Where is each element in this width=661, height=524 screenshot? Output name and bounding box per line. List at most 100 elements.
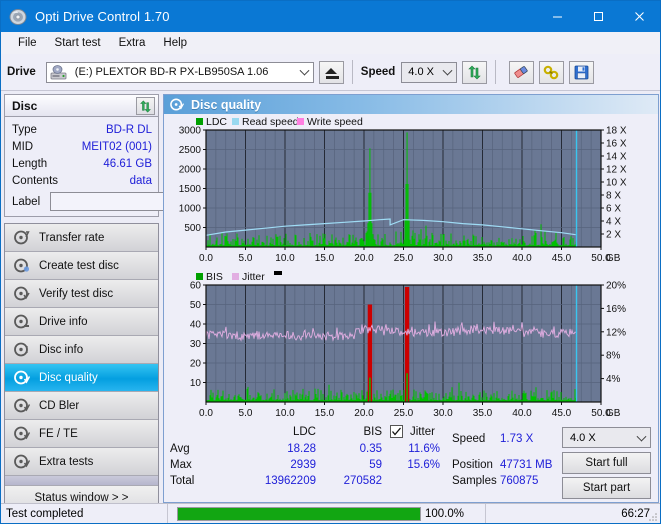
eject-button[interactable] [318, 60, 344, 84]
legend-swatch-ldc [196, 118, 203, 125]
disc-panel-header: Disc [4, 94, 159, 117]
erase-button[interactable] [509, 60, 535, 84]
close-button[interactable] [619, 1, 660, 32]
window-title: Opti Drive Control 1.70 [35, 9, 170, 24]
disc-drive-icon [14, 314, 30, 329]
disc-quality-icon [170, 98, 184, 111]
svg-text:18 X: 18 X [606, 126, 627, 137]
maximize-button[interactable] [578, 1, 619, 32]
disc-row-type: Type BD-R DL [12, 121, 152, 138]
svg-text:35.0: 35.0 [473, 253, 493, 264]
svg-text:8%: 8% [606, 351, 621, 362]
stats-position-value: 47731 MB [500, 459, 553, 471]
svg-text:16 X: 16 X [606, 139, 627, 150]
sidebar-item-verify-test-disc[interactable]: Verify test disc [5, 280, 158, 308]
svg-text:20: 20 [190, 359, 202, 370]
start-full-button[interactable]: Start full [562, 452, 651, 474]
disc-bler-icon [14, 398, 30, 413]
disc-extra-icon [14, 454, 30, 469]
disc-key: MID [12, 140, 34, 153]
sidebar-item-label: Verify test disc [39, 287, 114, 300]
save-button[interactable] [569, 60, 595, 84]
svg-text:45.0: 45.0 [552, 408, 572, 419]
disc-quality-header: Disc quality [164, 95, 658, 114]
drive-select[interactable]: (E:) PLEXTOR BD-R PX-LB950SA 1.06 [45, 61, 314, 83]
svg-text:0.0: 0.0 [199, 408, 213, 419]
refresh-icon [140, 99, 151, 113]
sidebar-item-create-test-disc[interactable]: Create test disc [5, 252, 158, 280]
disc-quality-panel: Disc quality LDC Read speed Write speed … [163, 94, 659, 503]
legend-label-write-speed: Write speed [307, 116, 363, 128]
stats-samples-key: Samples [452, 475, 497, 487]
resize-grip[interactable] [648, 511, 658, 521]
svg-text:15.0: 15.0 [315, 253, 335, 264]
svg-text:30.0: 30.0 [433, 253, 453, 264]
sidebar-item-drive-info[interactable]: Drive info [5, 308, 158, 336]
legend-label-ldc: LDC [206, 116, 227, 128]
panel-title: Disc quality [191, 97, 262, 112]
disc-verify-icon [14, 286, 30, 301]
eraser-icon [514, 65, 528, 78]
sidebar-item-transfer-rate[interactable]: Transfer rate [5, 224, 158, 252]
svg-text:25.0: 25.0 [394, 253, 414, 264]
sidebar-item-disc-quality[interactable]: Disc quality [5, 364, 158, 392]
check-icon [392, 427, 401, 436]
stats-col-ldc: LDC [292, 426, 316, 438]
menu-help[interactable]: Help [154, 35, 196, 51]
menu-start-test[interactable]: Start test [46, 35, 110, 51]
svg-text:25.0: 25.0 [394, 408, 414, 419]
progress-bar [177, 506, 421, 521]
svg-text:20.0: 20.0 [354, 408, 374, 419]
svg-text:20%: 20% [606, 281, 626, 292]
menu-file[interactable]: File [9, 35, 46, 51]
svg-text:30: 30 [190, 339, 202, 350]
drive-icon [50, 64, 67, 81]
svg-text:10: 10 [190, 378, 202, 389]
tools-icon [543, 65, 559, 79]
sidebar-item-disc-info[interactable]: Disc info [5, 336, 158, 364]
test-speed-select[interactable]: 4.0 X [562, 427, 651, 448]
legend-swatch-write-speed [297, 118, 304, 125]
svg-text:1500: 1500 [179, 184, 202, 195]
disc-row-length: Length 46.61 GB [12, 155, 152, 172]
elapsed-time: 66:27 [621, 507, 650, 520]
tools-button[interactable] [539, 60, 565, 84]
sidebar-item-label: Transfer rate [39, 231, 105, 244]
legend-label-jitter: Jitter [242, 271, 265, 283]
svg-text:50: 50 [190, 300, 202, 311]
svg-text:GB: GB [606, 253, 621, 264]
nav-list: Transfer rate Create test disc Verify te… [4, 223, 159, 511]
disc-value: BD-R DL [105, 123, 152, 136]
sidebar-item-extra-tests[interactable]: Extra tests [5, 448, 158, 476]
status-message: Test completed [1, 503, 168, 523]
disc-key: Length [12, 157, 48, 170]
progress-text: 100.0% [425, 507, 465, 520]
svg-text:20.0: 20.0 [354, 253, 374, 264]
legend-label-read-speed: Read speed [242, 116, 299, 128]
svg-text:5.0: 5.0 [239, 253, 253, 264]
jitter-checkbox[interactable] [390, 425, 403, 438]
disc-info-icon [14, 342, 30, 357]
menu-extra[interactable]: Extra [110, 35, 155, 51]
disc-create-icon [14, 258, 30, 273]
svg-text:0.0: 0.0 [199, 253, 213, 264]
stats-total-bis: 270582 [343, 475, 382, 487]
stats-col-bis: BIS [363, 426, 382, 438]
legend-swatch-read-speed [232, 118, 239, 125]
svg-text:12%: 12% [606, 327, 626, 338]
disc-refresh-button[interactable] [136, 97, 155, 115]
start-part-button[interactable]: Start part [562, 477, 651, 499]
stats-speed-value: 1.73 X [500, 433, 534, 445]
minimize-button[interactable] [537, 1, 578, 32]
disc-transfer-icon [14, 230, 30, 245]
speed-select[interactable]: 4.0 X [401, 61, 458, 83]
progress-cell: 100.0% [168, 503, 486, 523]
sidebar-item-cd-bler[interactable]: CD Bler [5, 392, 158, 420]
speed-label: Speed [360, 66, 396, 78]
refresh-button[interactable] [462, 60, 488, 84]
save-icon [574, 65, 589, 79]
svg-text:4%: 4% [606, 374, 621, 385]
sidebar-item-fe-te[interactable]: FE / TE [5, 420, 158, 448]
sidebar-item-label: Drive info [39, 315, 88, 328]
svg-text:2500: 2500 [179, 145, 202, 156]
